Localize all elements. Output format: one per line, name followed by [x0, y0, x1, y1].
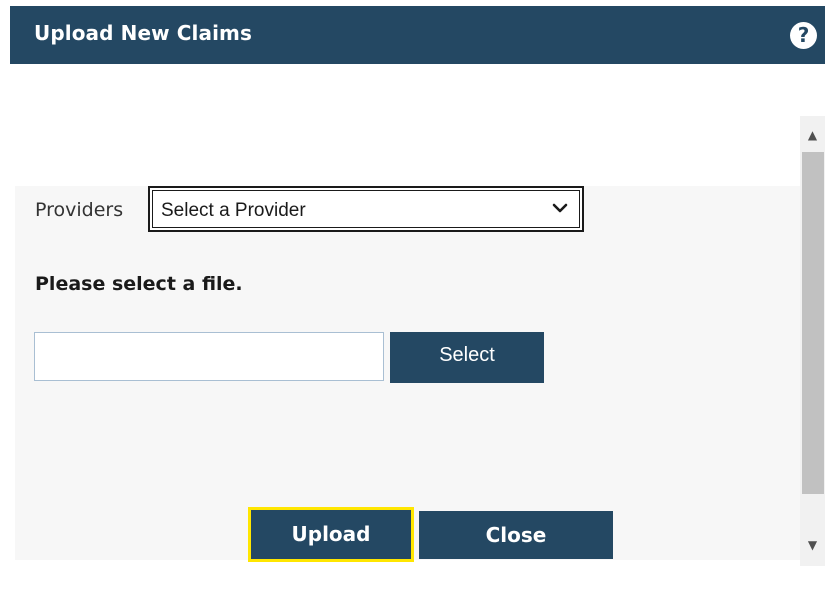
scroll-up-arrow-icon[interactable]: ▲	[800, 116, 825, 150]
dialog-title: Upload New Claims	[34, 21, 252, 45]
providers-label: Providers	[35, 199, 124, 221]
question-circle-icon[interactable]: ?	[790, 22, 817, 49]
close-button[interactable]: Close	[419, 511, 613, 559]
select-file-button[interactable]: Select	[390, 332, 544, 383]
vertical-scrollbar[interactable]: ▲ ▼	[800, 116, 825, 566]
provider-select[interactable]: Select a Provider	[148, 186, 584, 232]
upload-claims-dialog: Upload New Claims ? ▲ ▼ Providers Select…	[0, 0, 825, 596]
scrollbar-thumb[interactable]	[802, 152, 824, 494]
file-path-input[interactable]	[34, 332, 384, 381]
provider-select-value: Select a Provider	[161, 200, 306, 221]
scroll-down-arrow-icon[interactable]: ▼	[800, 528, 825, 562]
dialog-title-bar: Upload New Claims ?	[10, 6, 825, 64]
chevron-down-icon	[552, 203, 568, 213]
upload-button[interactable]: Upload	[248, 507, 414, 562]
file-prompt-heading: Please select a file.	[35, 273, 243, 295]
